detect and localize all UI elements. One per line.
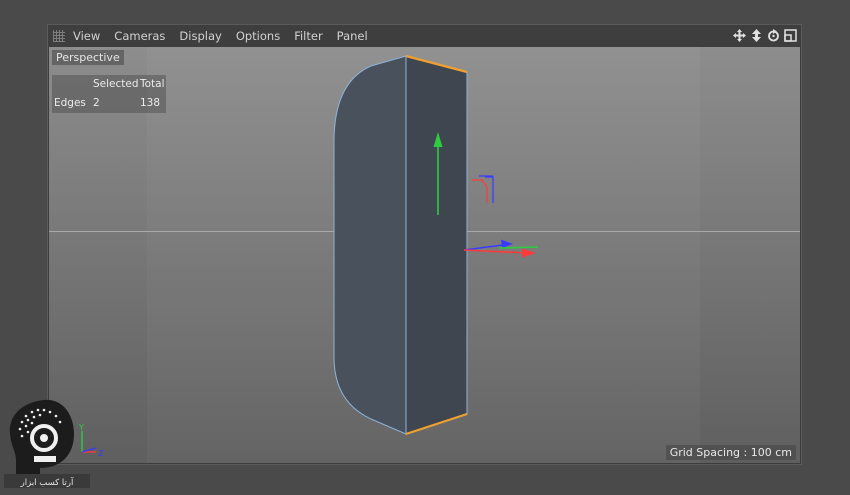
viewport-panel: View Cameras Display Options Filter Pane… — [47, 24, 802, 465]
rotate-icon[interactable] — [766, 28, 780, 43]
stats-selected-value: 2 — [93, 97, 100, 109]
menu-cameras[interactable]: Cameras — [114, 29, 165, 43]
watermark-logo: آرتا کسب ابزار — [4, 398, 90, 490]
menu-view[interactable]: View — [73, 29, 100, 43]
watermark-text: آرتا کسب ابزار — [20, 476, 74, 488]
stats-total-header: Total — [140, 78, 165, 90]
camera-label[interactable]: Perspective — [52, 50, 124, 65]
viewport-menubar: View Cameras Display Options Filter Pane… — [48, 25, 801, 47]
toggle-view-icon[interactable] — [783, 28, 797, 43]
menu-options[interactable]: Options — [236, 29, 280, 43]
viewport-navigation — [732, 28, 797, 43]
model-side-face[interactable] — [333, 55, 407, 435]
stats-selected-header: Selected — [93, 78, 139, 90]
3d-viewport[interactable]: Y Z Perspective Selected Total Edges 2 1… — [49, 47, 800, 463]
axis-label-z: Z — [98, 449, 104, 458]
zoom-icon[interactable] — [749, 28, 763, 43]
stats-row-label: Edges — [54, 97, 86, 109]
menu-filter[interactable]: Filter — [294, 29, 322, 43]
model-front-face[interactable] — [405, 55, 468, 435]
panel-grip-icon[interactable] — [53, 30, 65, 42]
stats-total-value: 138 — [140, 97, 161, 109]
menu-display[interactable]: Display — [179, 29, 221, 43]
grid-spacing-info: Grid Spacing : 100 cm — [665, 445, 796, 460]
menu-panel[interactable]: Panel — [337, 29, 368, 43]
move-icon[interactable] — [732, 28, 746, 43]
stats-hud: Selected Total Edges 2 138 — [52, 75, 166, 113]
